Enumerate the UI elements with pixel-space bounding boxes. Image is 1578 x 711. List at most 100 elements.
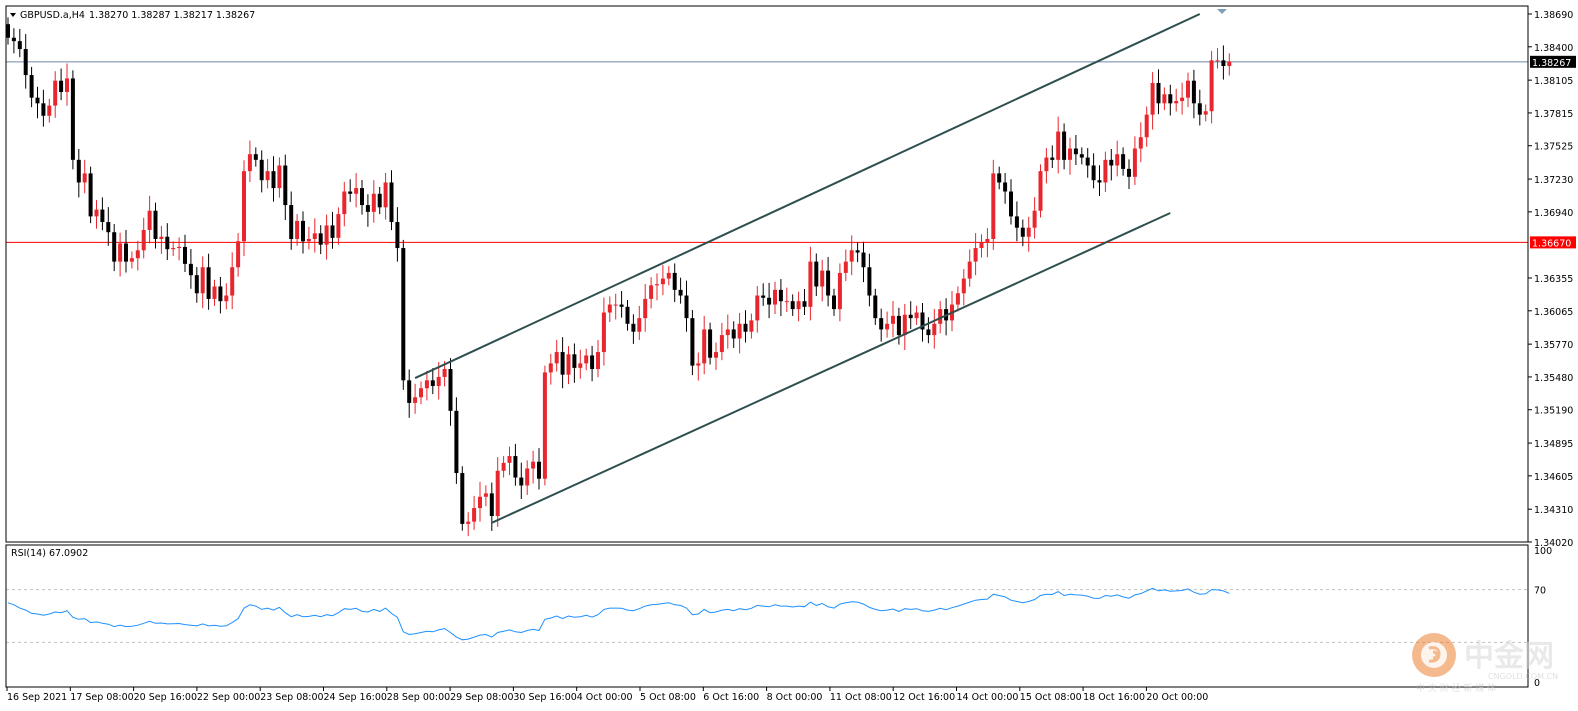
rsi-tick-label: 100 [1534, 546, 1552, 557]
candle-body [265, 171, 270, 181]
watermark-tagline: 中 文 财 经 新 媒 体 [1416, 682, 1496, 694]
candle-body [360, 188, 364, 206]
price-tick-label: 1.38105 [1534, 76, 1573, 87]
candle-body [188, 263, 193, 276]
candle-body [365, 205, 370, 212]
candle-body [1209, 60, 1214, 112]
candle-body [442, 369, 447, 377]
candle-body [1215, 60, 1220, 62]
candle-body [41, 103, 46, 116]
candle-body [1127, 168, 1131, 177]
candle-body [1073, 148, 1078, 155]
candle-body [478, 496, 482, 509]
candle-body [159, 236, 164, 239]
x-tick-label: 20 Sep 16:00 [134, 692, 197, 703]
candle-body [649, 285, 654, 299]
candle-body [253, 154, 258, 160]
candle-body [1227, 61, 1232, 67]
x-tick-label: 5 Oct 08:00 [640, 692, 696, 703]
candle-body [590, 355, 595, 370]
candle-body [501, 462, 506, 471]
candle-body [407, 380, 412, 403]
candle-body [401, 248, 406, 381]
rsi-header-label: RSI(14) 67.0902 [11, 548, 88, 559]
candle-body [371, 193, 376, 212]
candle-body [967, 261, 972, 279]
candle-body [690, 318, 695, 366]
candle-body [1062, 131, 1067, 160]
candle-body [684, 295, 689, 319]
candle-body [1032, 210, 1037, 228]
price-tick-label: 1.35190 [1534, 406, 1573, 417]
candle-body [495, 470, 500, 516]
candle-body [601, 312, 606, 353]
candle-body [460, 473, 465, 524]
price-tick-label: 1.37815 [1534, 109, 1573, 120]
candle-body [832, 295, 836, 310]
price-tick-label: 1.38400 [1534, 43, 1573, 54]
candle-body [483, 493, 488, 497]
candle-body [324, 225, 329, 245]
candle-body [395, 222, 400, 249]
candle-body [165, 236, 170, 250]
chart-header: GBPUSD.a,H4 1.38270 1.38287 1.38217 1.38… [10, 10, 255, 21]
candle-body [1150, 82, 1155, 115]
candle-body [1197, 103, 1202, 115]
x-tick-label: 16 Sep 2021 [7, 692, 67, 703]
candle-body [1203, 111, 1208, 115]
trading-chart[interactable]: 1.38690 1.38400 1.38105 1.37815 1.37525 1.372… [0, 0, 1578, 711]
candle-body [206, 267, 211, 299]
candle-body [778, 289, 783, 302]
candle-body [737, 323, 742, 339]
candle-body [719, 335, 724, 353]
candle-body [1174, 101, 1179, 104]
candle-body [430, 380, 435, 386]
candle-body [124, 243, 128, 262]
candle-body [342, 191, 347, 215]
candle-body [389, 182, 394, 223]
candle-body [879, 318, 884, 330]
price-tick-label: 1.38690 [1534, 10, 1573, 21]
candle-body [519, 477, 524, 486]
candle-body [643, 298, 648, 319]
candle-body [1068, 148, 1072, 160]
candle-body [961, 278, 966, 294]
candle-body [283, 165, 288, 206]
candle-body [194, 275, 199, 294]
candle-body [655, 284, 659, 286]
x-tick-label: 6 Oct 16:00 [703, 692, 759, 703]
candle-body [82, 173, 87, 183]
candle-body [218, 286, 223, 302]
candle-body [625, 306, 630, 324]
candle-body [177, 246, 182, 249]
candle-body [489, 493, 494, 516]
candle-body [678, 289, 683, 296]
candle-body [1162, 94, 1167, 104]
candle-body [23, 49, 28, 76]
candle-body [330, 225, 335, 238]
candle-body [236, 241, 241, 268]
candle-body [660, 278, 665, 285]
candle [1038, 164, 1043, 218]
candle [70, 70, 75, 170]
candle-body [507, 456, 512, 463]
candle-body [955, 293, 960, 305]
candle-body [230, 267, 235, 296]
candle-body [725, 329, 730, 336]
x-tick-label: 29 Sep 08:00 [450, 692, 513, 703]
candle-body [112, 232, 117, 262]
candle-body [135, 250, 140, 259]
candle-body [1121, 154, 1126, 169]
candle-body [129, 258, 134, 262]
candle-body [784, 301, 789, 303]
candle-body [885, 323, 890, 330]
candle-body [11, 37, 16, 42]
candle-body [289, 205, 294, 239]
price-tick-label: 1.34895 [1534, 439, 1573, 450]
price-tick-label: 1.34310 [1534, 505, 1573, 516]
candle-body [790, 301, 795, 310]
candle-body [53, 80, 58, 106]
candle-body [908, 314, 913, 319]
candle-body [891, 315, 895, 324]
candle [690, 309, 695, 376]
